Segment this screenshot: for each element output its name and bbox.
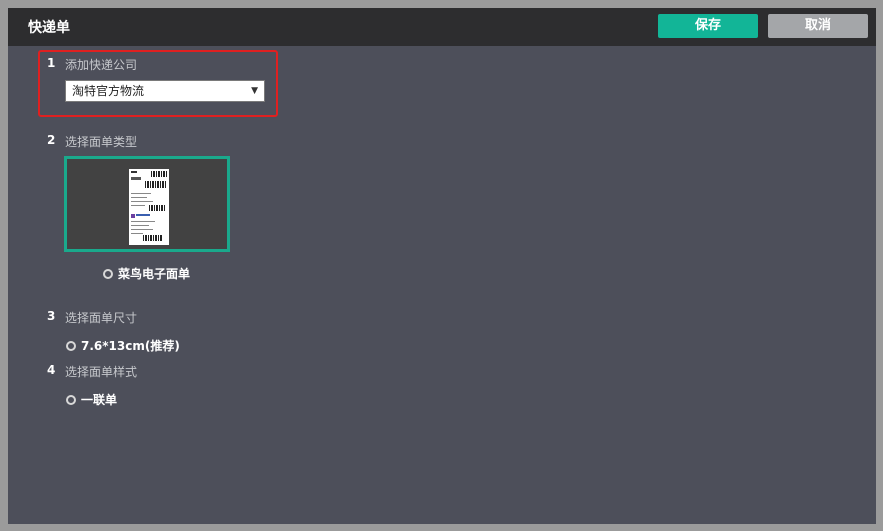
company-select[interactable]: 淘特官方物流 ▼ <box>65 80 265 102</box>
step-3-number: 3 <box>47 309 56 323</box>
step-3-label: 选择面单尺寸 <box>65 311 138 325</box>
step-1-label: 添加快递公司 <box>65 58 138 72</box>
step-4-number: 4 <box>47 363 56 377</box>
dialog-titlebar: 快递单 保存 取消 <box>8 8 876 46</box>
waybill-type-option[interactable]: 菜鸟电子面单 <box>103 265 190 282</box>
step-2-number: 2 <box>47 133 56 147</box>
save-button[interactable]: 保存 <box>658 14 758 38</box>
waybill-style-option[interactable]: 一联单 <box>66 391 117 408</box>
waybill-preview-image <box>129 169 169 245</box>
radio-icon[interactable] <box>66 340 76 351</box>
dropdown-arrow-icon: ▼ <box>251 86 258 96</box>
step-1-number: 1 <box>47 56 56 70</box>
radio-icon[interactable] <box>66 394 76 405</box>
radio-icon[interactable] <box>103 268 113 279</box>
waybill-size-option[interactable]: 7.6*13cm(推荐) <box>66 337 180 354</box>
company-select-value: 淘特官方物流 <box>72 84 145 98</box>
cancel-button[interactable]: 取消 <box>768 14 868 38</box>
waybill-style-label: 一联单 <box>81 393 118 407</box>
waybill-thumbnail[interactable] <box>64 156 230 252</box>
step-2-label: 选择面单类型 <box>65 135 138 149</box>
waybill-size-label: 7.6*13cm(推荐) <box>81 339 180 353</box>
waybill-type-label: 菜鸟电子面单 <box>118 267 191 281</box>
waybill-dialog: 快递单 保存 取消 1 添加快递公司 淘特官方物流 ▼ 2 选择面单类型 菜鸟电… <box>8 8 876 524</box>
step-4-label: 选择面单样式 <box>65 365 138 379</box>
dialog-title: 快递单 <box>28 20 70 36</box>
